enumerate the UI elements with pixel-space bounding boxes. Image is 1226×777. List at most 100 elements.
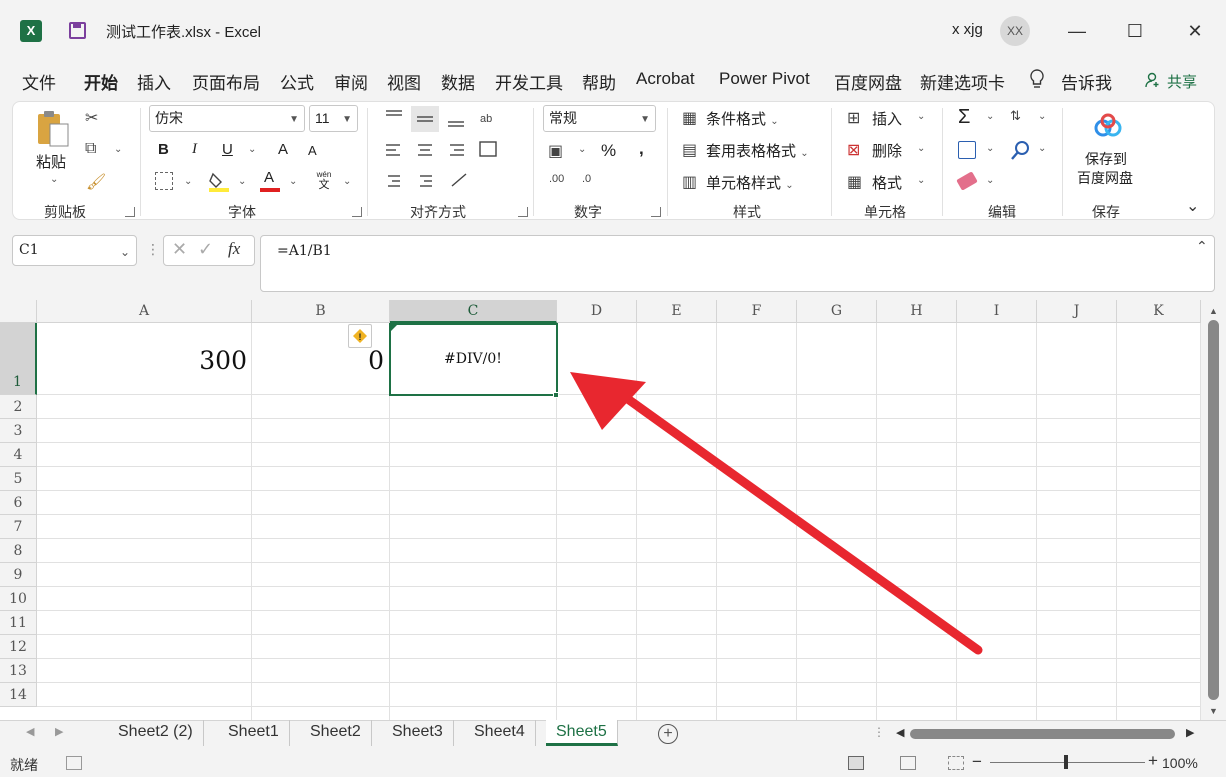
format-as-table-icon[interactable]: ▤ [682, 140, 697, 160]
menu-item[interactable]: 开始 [84, 69, 118, 94]
column-header[interactable]: C [390, 300, 557, 323]
avatar[interactable]: XX [1000, 16, 1030, 46]
clipboard-launcher-icon[interactable] [125, 207, 135, 217]
tell-me[interactable]: 告诉我 [1061, 69, 1112, 94]
vertical-scroll-thumb[interactable] [1208, 320, 1219, 700]
horizontal-scroll-thumb[interactable] [910, 729, 1175, 739]
font-name-select[interactable]: 仿宋 ▼ [149, 105, 305, 132]
underline-button[interactable]: U [222, 141, 233, 158]
copy-icon[interactable]: ⧉ [85, 140, 96, 158]
column-header[interactable]: E [637, 300, 717, 323]
currency-dropdown[interactable]: ⌄ [578, 144, 586, 155]
error-warning-icon[interactable]: ! [348, 324, 372, 348]
zoom-out-icon[interactable]: − [972, 752, 982, 772]
menu-item[interactable]: 新建选项卡 [920, 69, 1005, 94]
hscroll-right-icon[interactable]: ▶ [1186, 726, 1194, 739]
format-dropdown[interactable]: ⌄ [917, 175, 925, 186]
bold-button[interactable]: B [158, 141, 169, 158]
column-header[interactable]: B [252, 300, 390, 323]
font-color-button[interactable]: A [260, 169, 282, 192]
minimize-button[interactable]: — [1062, 16, 1092, 46]
phonetic-dropdown[interactable]: ⌄ [343, 176, 351, 187]
collapse-formula-icon[interactable]: ⌃ [1196, 238, 1208, 255]
cell-b1[interactable]: 0 [368, 346, 384, 375]
percent-button[interactable]: % [601, 141, 616, 161]
formula-input[interactable] [260, 235, 1215, 292]
baidu-netdisk-icon[interactable] [1093, 113, 1123, 139]
user-name[interactable]: x xjg [952, 21, 983, 38]
enter-icon[interactable]: ✓ [198, 239, 213, 260]
menu-item[interactable]: 插入 [137, 69, 171, 94]
paste-icon[interactable] [36, 110, 72, 148]
fill-color-dropdown[interactable]: ⌄ [238, 176, 246, 187]
zoom-slider-thumb[interactable] [1064, 755, 1068, 769]
tab-scroll-right-icon[interactable]: ▶ [55, 725, 63, 738]
accessibility-icon[interactable] [66, 756, 82, 770]
row-header[interactable]: 8 [0, 539, 37, 563]
sheet-tab[interactable]: Sheet3 [382, 720, 454, 746]
insert-cells-icon[interactable]: ⊞ [847, 108, 860, 128]
font-launcher-icon[interactable] [352, 207, 362, 217]
column-header[interactable]: G [797, 300, 877, 323]
menu-item[interactable]: 视图 [387, 69, 421, 94]
row-header[interactable]: 4 [0, 443, 37, 467]
delete-cells-button[interactable]: 删除 [872, 140, 902, 161]
alignment-launcher-icon[interactable] [518, 207, 528, 217]
sheet-tab[interactable]: Sheet5 [546, 720, 618, 746]
row-header[interactable]: 13 [0, 659, 37, 683]
row-header[interactable]: 7 [0, 515, 37, 539]
number-format-select[interactable]: 常规 ▼ [543, 105, 656, 132]
collapse-ribbon-icon[interactable]: ⌄ [1186, 196, 1199, 216]
grow-font-button[interactable]: A [278, 141, 288, 158]
share-icon[interactable] [1145, 72, 1161, 88]
fill-dropdown[interactable]: ⌄ [986, 143, 994, 154]
column-header[interactable]: K [1117, 300, 1201, 323]
save-icon[interactable] [69, 22, 86, 39]
fill-handle[interactable] [553, 392, 559, 398]
insert-cells-button[interactable]: 插入 [872, 108, 902, 129]
format-cells-button[interactable]: 格式 [872, 172, 902, 193]
format-as-table-button[interactable]: 套用表格格式 ⌄ [706, 140, 809, 161]
menu-item[interactable]: 帮助 [582, 69, 616, 94]
sort-filter-icon[interactable]: ⇅ [1010, 108, 1021, 124]
insert-dropdown[interactable]: ⌄ [917, 111, 925, 122]
italic-button[interactable]: I [192, 141, 197, 158]
column-header[interactable]: A [37, 300, 252, 323]
select-all-corner[interactable] [0, 300, 37, 323]
copy-dropdown[interactable]: ⌄ [114, 144, 122, 155]
lightbulb-icon[interactable] [1029, 69, 1045, 89]
paste-dropdown[interactable]: ⌄ [50, 174, 58, 185]
format-painter-icon[interactable]: 🖌 [86, 172, 106, 192]
paste-button[interactable]: 粘贴 [36, 151, 66, 172]
underline-dropdown[interactable]: ⌄ [248, 144, 256, 155]
column-header[interactable]: I [957, 300, 1037, 323]
border-icon[interactable] [155, 172, 173, 190]
vertical-scrollbar[interactable]: ▲ ▼ [1201, 300, 1226, 720]
conditional-format-icon[interactable]: ▦ [682, 108, 697, 128]
sheet-tab[interactable]: Sheet2 [300, 720, 372, 746]
autosum-icon[interactable]: Σ [958, 106, 970, 129]
menu-item[interactable]: Acrobat [636, 69, 695, 89]
zoom-level[interactable]: 100% [1162, 755, 1198, 771]
row-header[interactable]: 14 [0, 683, 37, 707]
menu-item[interactable]: 数据 [441, 69, 475, 94]
add-sheet-button[interactable]: + [658, 724, 678, 744]
menu-item[interactable]: Power Pivot [719, 69, 810, 89]
row-header[interactable]: 2 [0, 395, 37, 419]
menu-item[interactable]: 审阅 [334, 69, 368, 94]
border-dropdown[interactable]: ⌄ [184, 176, 192, 187]
row-header[interactable]: 6 [0, 491, 37, 515]
maximize-button[interactable]: ☐ [1120, 16, 1150, 46]
row-header[interactable]: 1 [0, 323, 37, 395]
column-header[interactable]: F [717, 300, 797, 323]
currency-icon[interactable]: ▣ [548, 141, 563, 161]
delete-dropdown[interactable]: ⌄ [917, 143, 925, 154]
fill-color-icon[interactable] [208, 170, 230, 192]
column-header[interactable]: H [877, 300, 957, 323]
scroll-up-icon[interactable]: ▲ [1209, 306, 1218, 316]
row-header[interactable]: 5 [0, 467, 37, 491]
row-header[interactable]: 9 [0, 563, 37, 587]
cell-styles-icon[interactable]: ▥ [682, 172, 697, 192]
decrease-decimal-icon[interactable]: .0 [582, 173, 591, 185]
format-cells-icon[interactable]: ▦ [847, 172, 862, 192]
